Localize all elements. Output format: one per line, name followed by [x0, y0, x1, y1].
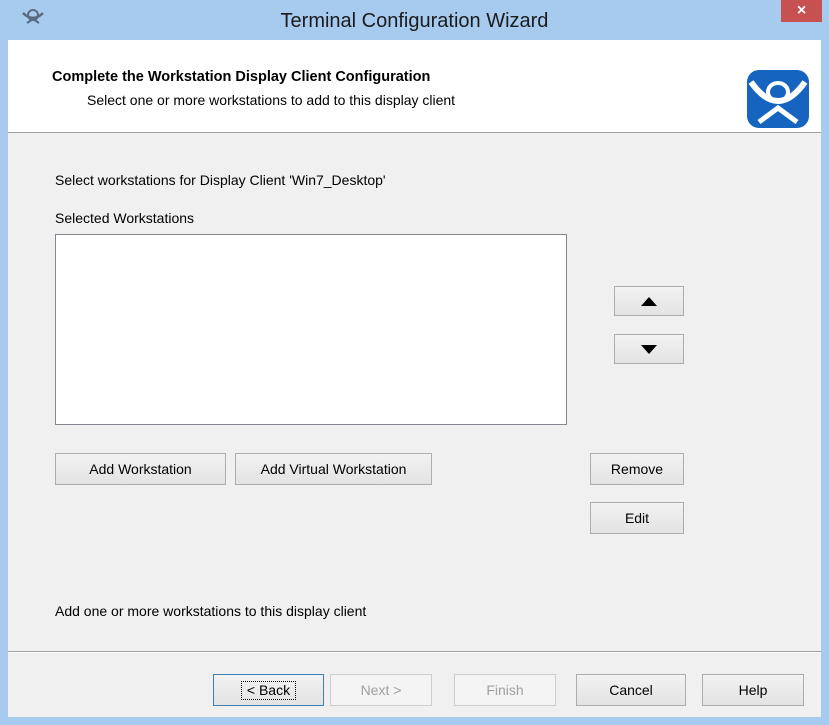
- add-virtual-workstation-button[interactable]: Add Virtual Workstation: [235, 453, 432, 485]
- selected-workstations-list[interactable]: [55, 234, 567, 425]
- add-workstation-button[interactable]: Add Workstation: [55, 453, 226, 485]
- next-button[interactable]: Next >: [330, 674, 432, 706]
- move-up-button[interactable]: [614, 286, 684, 316]
- prompt-label: Select workstations for Display Client '…: [55, 172, 386, 188]
- close-button[interactable]: ×: [781, 0, 822, 22]
- header-subtitle: Select one or more workstations to add t…: [87, 92, 456, 108]
- selected-workstations-label: Selected Workstations: [55, 210, 195, 226]
- back-button[interactable]: < Back: [213, 674, 324, 706]
- move-down-button[interactable]: [614, 334, 684, 364]
- hint-text: Add one or more workstations to this dis…: [55, 603, 367, 619]
- footer-divider: [8, 651, 821, 653]
- window-title: Terminal Configuration Wizard: [280, 10, 549, 32]
- close-icon: ×: [796, 2, 807, 19]
- edit-button[interactable]: Edit: [590, 502, 684, 534]
- back-button-label: < Back: [240, 680, 297, 700]
- thinmanager-logo-icon: [747, 70, 809, 128]
- arrow-up-icon: [641, 297, 657, 306]
- title-bar[interactable]: Terminal Configuration Wizard ×: [0, 0, 829, 40]
- help-button[interactable]: Help: [702, 674, 804, 706]
- wizard-window: Terminal Configuration Wizard × Complete…: [0, 0, 829, 725]
- remove-button[interactable]: Remove: [590, 453, 684, 485]
- finish-button[interactable]: Finish: [454, 674, 556, 706]
- wizard-header: Complete the Workstation Display Client …: [8, 40, 821, 133]
- arrow-down-icon: [641, 345, 657, 354]
- cancel-button[interactable]: Cancel: [576, 674, 686, 706]
- header-title: Complete the Workstation Display Client …: [52, 69, 431, 85]
- dialog-body: Complete the Workstation Display Client …: [8, 40, 821, 717]
